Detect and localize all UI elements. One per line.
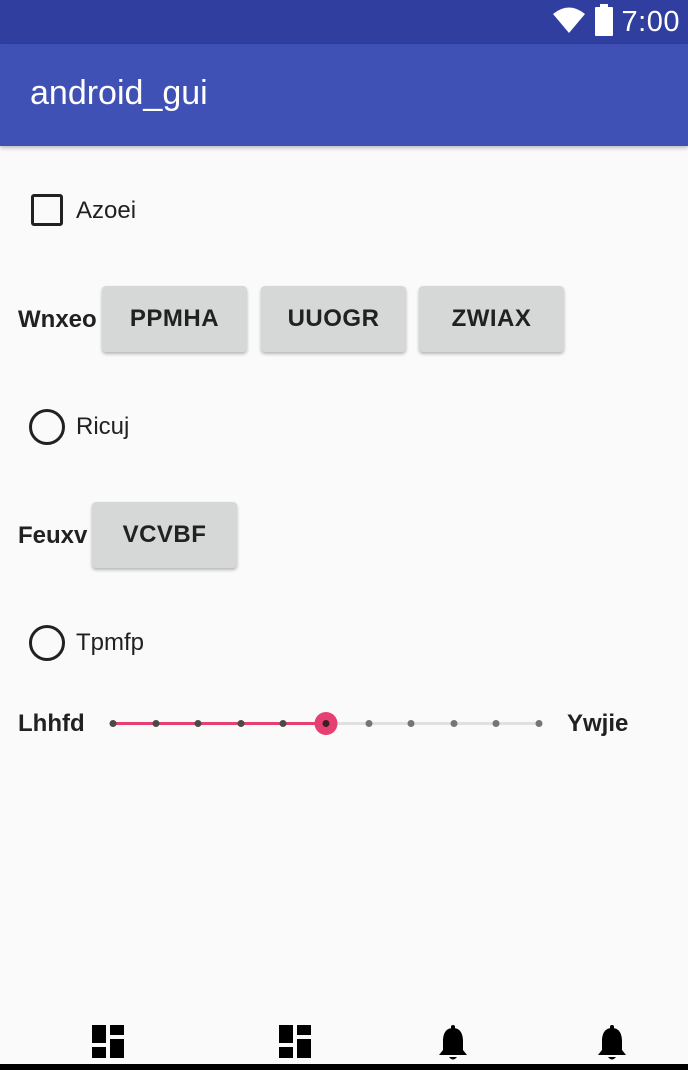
- seekbar-tick: [237, 720, 245, 727]
- dashboard-icon[interactable]: [279, 1025, 311, 1063]
- seekbar-progress: [113, 722, 326, 725]
- seekbar-tick: [279, 720, 287, 727]
- button-group-feuxv: Feuxv VCVBF: [0, 502, 688, 568]
- uuogr-button[interactable]: UUOGR: [261, 286, 406, 352]
- seekbar-tick: [109, 720, 117, 727]
- seekbar-tick: [365, 720, 373, 727]
- zwiax-button[interactable]: ZWIAX: [419, 286, 564, 352]
- radio-label: Tpmfp: [76, 629, 145, 656]
- bell-icon[interactable]: [597, 1025, 627, 1066]
- seekbar-min-label: Lhhfd: [18, 710, 85, 737]
- wifi-icon: [552, 6, 586, 39]
- radio-label: Ricuj: [76, 413, 130, 440]
- app-bar: android_gui: [0, 44, 688, 146]
- checkbox-label: Azoei: [76, 197, 137, 224]
- radio-button[interactable]: [29, 625, 65, 661]
- radio-tpmfp[interactable]: Tpmfp: [0, 625, 688, 661]
- ppmha-button[interactable]: PPMHA: [102, 286, 247, 352]
- seekbar-row: Lhhfd Ywjie: [0, 708, 688, 738]
- checkbox-box[interactable]: [31, 194, 63, 226]
- seekbar-tick: [535, 720, 543, 727]
- radio-ricuj[interactable]: Ricuj: [0, 409, 688, 445]
- status-bar: 7:00: [0, 0, 688, 44]
- seekbar[interactable]: [109, 708, 543, 738]
- seekbar-max-label: Ywjie: [567, 710, 629, 737]
- status-icons: 7:00: [552, 3, 680, 41]
- bottom-nav-bar: [0, 1064, 688, 1070]
- radio-button[interactable]: [29, 409, 65, 445]
- seekbar-tick: [407, 720, 415, 727]
- seekbar-tick: [194, 720, 202, 727]
- vcvbf-button[interactable]: VCVBF: [92, 502, 237, 568]
- seekbar-thumb[interactable]: [314, 712, 338, 735]
- app-title: android_gui: [30, 74, 208, 112]
- battery-icon: [594, 3, 614, 41]
- button-group-wnxeo: Wnxeo PPMHA UUOGR ZWIAX: [0, 286, 688, 352]
- seekbar-tick: [450, 720, 458, 727]
- button-group-label: Wnxeo: [18, 306, 97, 333]
- dashboard-icon[interactable]: [92, 1025, 124, 1063]
- status-time: 7:00: [621, 5, 680, 38]
- seekbar-tick: [152, 720, 160, 727]
- button-group-label: Feuxv: [18, 522, 88, 549]
- checkbox-azoei[interactable]: Azoei: [0, 194, 688, 228]
- bell-icon[interactable]: [438, 1025, 468, 1066]
- seekbar-tick: [492, 720, 500, 727]
